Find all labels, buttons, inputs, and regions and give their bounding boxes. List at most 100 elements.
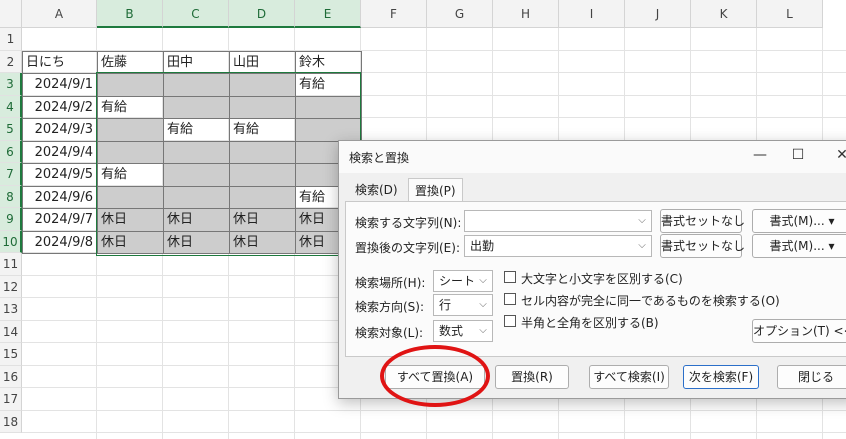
table-cell[interactable] [229, 140, 296, 164]
table-cell[interactable]: 山田 [229, 50, 296, 74]
table-cell[interactable]: 休日 [97, 208, 164, 232]
replace-all-button[interactable]: すべて置換(A) [385, 365, 485, 389]
tab-find[interactable]: 検索(D) [349, 178, 404, 202]
replace-input[interactable]: 出勤 ⌵ [464, 235, 652, 257]
row-header[interactable]: 9 [0, 208, 22, 231]
find-format-button[interactable]: 書式(M)... ▾ [752, 209, 846, 233]
tab-replace[interactable]: 置換(P) [408, 178, 463, 203]
column-header[interactable]: D [229, 0, 295, 28]
dialog-titlebar[interactable]: 検索と置換 — ☐ ✕ [339, 141, 846, 173]
column-header[interactable]: J [625, 0, 691, 28]
table-cell[interactable]: 休日 [229, 230, 296, 254]
row-header[interactable]: 7 [0, 163, 22, 186]
table-cell[interactable]: 2024/9/8 [22, 230, 98, 254]
find-next-button[interactable]: 次を検索(F) [683, 365, 759, 389]
row-header[interactable]: 11 [0, 253, 22, 276]
table-cell[interactable]: 休日 [97, 230, 164, 254]
table-cell[interactable] [229, 185, 296, 209]
select-all-corner[interactable] [0, 0, 22, 28]
column-header[interactable]: G [427, 0, 493, 28]
column-header[interactable]: A [22, 0, 97, 28]
table-cell[interactable] [97, 73, 164, 97]
table-cell[interactable]: 2024/9/2 [22, 95, 98, 119]
table-cell[interactable]: 2024/9/6 [22, 185, 98, 209]
column-header[interactable]: C [163, 0, 229, 28]
row-header[interactable]: 1 [0, 28, 22, 51]
table-cell[interactable] [229, 95, 296, 119]
table-cell[interactable] [163, 95, 230, 119]
row-header[interactable]: 18 [0, 410, 22, 433]
find-all-button[interactable]: すべて検索(I) [589, 365, 669, 389]
row-header[interactable]: 10 [0, 230, 22, 253]
table-cell[interactable]: 佐藤 [97, 50, 164, 74]
table-cell[interactable] [229, 73, 296, 97]
row-header[interactable]: 16 [0, 365, 22, 388]
table-cell[interactable] [97, 140, 164, 164]
table-cell[interactable]: 2024/9/3 [22, 118, 98, 142]
row-header[interactable]: 6 [0, 140, 22, 163]
replace-format-button[interactable]: 書式(M)... ▾ [752, 234, 846, 258]
close-icon[interactable]: ✕ [832, 147, 846, 163]
table-cell[interactable]: 有給 [97, 95, 164, 119]
table-cell[interactable]: 有給 [97, 163, 164, 187]
minimize-icon[interactable]: — [750, 147, 770, 163]
table-cell[interactable] [97, 185, 164, 209]
maximize-icon[interactable]: ☐ [788, 147, 808, 163]
table-cell[interactable]: 鈴木 [295, 50, 362, 74]
row-header[interactable]: 15 [0, 343, 22, 366]
row-header[interactable]: 2 [0, 50, 22, 73]
table-cell[interactable] [229, 163, 296, 187]
match-case-checkbox[interactable] [504, 271, 516, 283]
table-cell[interactable]: 休日 [163, 208, 230, 232]
replace-button[interactable]: 置換(R) [495, 365, 569, 389]
table-cell[interactable]: 2024/9/7 [22, 208, 98, 232]
table-cell[interactable]: 休日 [229, 208, 296, 232]
table-cell[interactable]: 有給 [163, 118, 230, 142]
match-entire-checkbox[interactable] [504, 293, 516, 305]
table-cell[interactable] [295, 118, 362, 142]
row-header[interactable]: 3 [0, 73, 22, 96]
table-cell[interactable]: 休日 [163, 230, 230, 254]
table-cell[interactable]: 有給 [295, 73, 362, 97]
column-header[interactable]: F [361, 0, 427, 28]
chevron-down-icon[interactable]: ⌵ [474, 295, 492, 315]
column-header[interactable]: I [559, 0, 625, 28]
direction-select[interactable]: 行 ⌵ [433, 294, 493, 316]
row-header[interactable]: 12 [0, 275, 22, 298]
row-header[interactable]: 5 [0, 118, 22, 141]
row-header[interactable]: 14 [0, 320, 22, 343]
table-cell[interactable]: 日にち [22, 50, 98, 74]
column-header[interactable]: B [97, 0, 163, 28]
table-cell[interactable]: 田中 [163, 50, 230, 74]
table-cell[interactable] [295, 95, 362, 119]
column-header[interactable]: H [493, 0, 559, 28]
table-cell[interactable] [97, 118, 164, 142]
table-cell[interactable] [163, 73, 230, 97]
within-select[interactable]: シート ⌵ [433, 270, 493, 292]
table-cell[interactable] [163, 185, 230, 209]
find-input[interactable]: ⌵ [464, 210, 652, 232]
options-button[interactable]: オプション(T) << [752, 319, 846, 343]
row-header[interactable]: 8 [0, 185, 22, 208]
lookin-select[interactable]: 数式 ⌵ [433, 320, 493, 342]
table-cell[interactable] [163, 140, 230, 164]
table-cell[interactable]: 有給 [229, 118, 296, 142]
chevron-down-icon[interactable]: ⌵ [633, 236, 651, 256]
row-header[interactable]: 17 [0, 388, 22, 411]
chevron-down-icon[interactable]: ⌵ [474, 321, 492, 341]
match-width-checkbox[interactable] [504, 315, 516, 327]
column-header[interactable]: L [757, 0, 823, 28]
replace-format-none-button[interactable]: 書式セットなし [660, 234, 745, 258]
chevron-down-icon[interactable]: ⌵ [474, 271, 492, 291]
chevron-down-icon[interactable]: ⌵ [633, 211, 651, 231]
column-header[interactable]: E [295, 0, 361, 28]
table-cell[interactable] [163, 163, 230, 187]
table-cell[interactable]: 2024/9/5 [22, 163, 98, 187]
close-button[interactable]: 閉じる [777, 365, 846, 389]
find-format-none-button[interactable]: 書式セットなし [660, 209, 745, 233]
table-cell[interactable]: 2024/9/4 [22, 140, 98, 164]
row-header[interactable]: 13 [0, 298, 22, 321]
row-header[interactable]: 4 [0, 95, 22, 118]
column-header[interactable]: K [691, 0, 757, 28]
table-cell[interactable]: 2024/9/1 [22, 73, 98, 97]
